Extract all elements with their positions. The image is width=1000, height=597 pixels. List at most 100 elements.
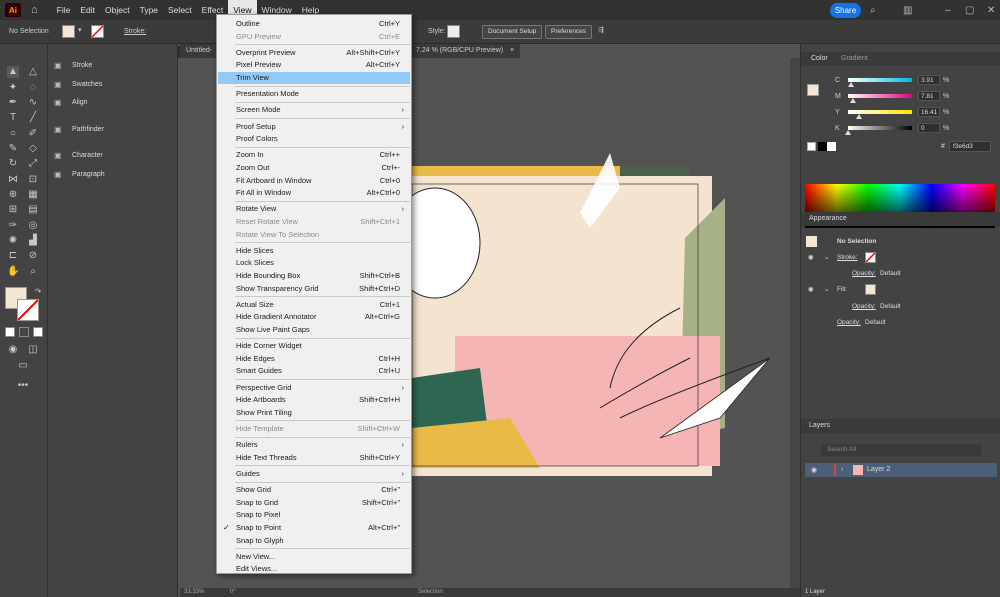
menu-item-screen-mode[interactable]: Screen Mode ›	[218, 104, 410, 116]
magic-wand-icon[interactable]: ✦	[7, 82, 19, 94]
chevron-down-icon[interactable]: ⌄	[824, 253, 829, 261]
menu-item-show-grid[interactable]: Show Grid Ctrl+"	[218, 484, 410, 496]
layer-name[interactable]: Layer 2	[867, 466, 890, 473]
stroke-none-swatch[interactable]	[865, 252, 876, 263]
eraser-icon[interactable]: ◇	[27, 143, 39, 155]
channel-slider[interactable]	[848, 126, 912, 130]
shaper-tool-icon[interactable]: ✎	[7, 143, 19, 155]
menu-item-reset-rotate-view[interactable]: Reset Rotate View Shift+Ctrl+1	[218, 216, 410, 228]
slider-handle[interactable]	[847, 82, 854, 87]
menu-item-hide-template[interactable]: Hide Template Shift+Ctrl+W	[218, 423, 410, 435]
appearance-opacity-row-1[interactable]: Opacity: Default	[804, 268, 996, 282]
lasso-icon[interactable]: ◌	[27, 82, 39, 94]
menu-item-outline[interactable]: Outline Ctrl+Y	[218, 18, 410, 30]
menu-item-new-view[interactable]: New View...	[218, 551, 410, 563]
stroke-swatch[interactable]	[91, 25, 104, 38]
eyedropper-icon[interactable]: ✑	[7, 220, 19, 232]
menu-item-fit-artboard-in-window[interactable]: Fit Artboard in Window Ctrl+0	[218, 175, 410, 187]
stroke-color-box[interactable]	[17, 299, 39, 321]
visibility-eye-icon[interactable]: ◉	[808, 253, 814, 261]
menu-item-show-live-paint-gaps[interactable]: Show Live Paint Gaps	[218, 324, 410, 336]
stroke-row-label[interactable]: Stroke:	[837, 254, 858, 261]
swap-colors-icon[interactable]: ↷	[32, 286, 44, 298]
search-icon[interactable]: ⌕	[870, 5, 876, 16]
rotation-value[interactable]: 0°	[230, 589, 236, 595]
menu-item-hide-edges[interactable]: Hide Edges Ctrl+H	[218, 353, 410, 365]
status-mode[interactable]: Selection	[418, 589, 443, 595]
menu-item-perspective-grid[interactable]: Perspective Grid ›	[218, 382, 410, 394]
vertical-scrollbar[interactable]	[790, 58, 800, 588]
menu-file[interactable]: File	[52, 0, 76, 20]
appearance-selection-row[interactable]: No Selection	[804, 236, 996, 250]
none-swatch[interactable]	[807, 142, 816, 151]
menu-item-proof-colors[interactable]: Proof Colors	[218, 133, 410, 145]
rotate-tool-icon[interactable]: ↻	[7, 158, 19, 170]
stroke-label[interactable]: Stroke:	[124, 28, 146, 35]
menu-item-rotate-view-to-selection[interactable]: Rotate View To Selection	[218, 229, 410, 241]
menu-item-rotate-view[interactable]: Rotate View ›	[218, 203, 410, 215]
none-mode-icon[interactable]	[33, 327, 43, 337]
selection-tool-icon[interactable]: ▲	[7, 66, 19, 78]
slider-handle[interactable]	[845, 130, 851, 135]
menu-item-snap-to-grid[interactable]: Snap to Grid Shift+Ctrl+"	[218, 497, 410, 509]
menu-item-presentation-mode[interactable]: Presentation Mode	[218, 88, 410, 100]
maximize-icon[interactable]: ▢	[965, 5, 974, 16]
slice-tool-icon[interactable]: ⊘	[27, 250, 39, 262]
menu-item-snap-to-glyph[interactable]: Snap to Glyph	[218, 535, 410, 547]
menu-item-hide-bounding-box[interactable]: Hide Bounding Box Shift+Ctrl+B	[218, 270, 410, 282]
panel-pathfinder[interactable]: ▣ Pathfinder	[54, 125, 104, 134]
symbol-sprayer-icon[interactable]: ✺	[7, 235, 19, 247]
draw-mode-icon[interactable]: ◉	[7, 344, 19, 356]
color-fill-box[interactable]	[807, 84, 819, 96]
menu-item-hide-gradient-annotator[interactable]: Hide Gradient Annotator Alt+Ctrl+G	[218, 311, 410, 323]
menu-item-pixel-preview[interactable]: Pixel Preview Alt+Ctrl+Y	[218, 59, 410, 71]
menu-type[interactable]: Type	[135, 0, 163, 20]
appearance-opacity-row-2[interactable]: Opacity: Default	[804, 301, 996, 315]
fill-swatch[interactable]	[62, 25, 75, 38]
menu-item-smart-guides[interactable]: Smart Guides Ctrl+U	[218, 365, 410, 377]
menu-item-show-print-tiling[interactable]: Show Print Tiling	[218, 407, 410, 419]
menu-item-rulers[interactable]: Rulers ›	[218, 439, 410, 451]
channel-value-input[interactable]: 0	[918, 123, 940, 133]
panel-align[interactable]: ▣ Align	[54, 98, 88, 107]
appearance-stroke-row[interactable]: ◉ ⌄ Stroke:	[804, 252, 996, 266]
opacity-label[interactable]: Opacity:	[852, 303, 876, 310]
width-tool-icon[interactable]: ⋈	[7, 174, 19, 186]
preferences-button[interactable]: Preferences	[545, 25, 593, 39]
menu-item-trim-view[interactable]: Trim View	[218, 72, 410, 84]
artboard-tool-icon[interactable]: ⊏	[7, 250, 19, 262]
panel-character[interactable]: ▣ Character	[54, 151, 103, 160]
free-transform-icon[interactable]: ⊡	[27, 174, 39, 186]
menu-item-fit-all-in-window[interactable]: Fit All in Window Alt+Ctrl+0	[218, 187, 410, 199]
channel-slider[interactable]	[848, 94, 912, 98]
chevron-down-icon[interactable]: ▾	[78, 26, 82, 34]
channel-value-input[interactable]: 16.41	[918, 107, 940, 117]
close-icon[interactable]: ✕	[987, 5, 995, 16]
arrange-icon[interactable]: ▥	[903, 5, 912, 16]
menu-item-overprint-preview[interactable]: Overprint Preview Alt+Shift+Ctrl+Y	[218, 47, 410, 59]
color-mode-icon[interactable]	[5, 327, 15, 337]
share-button[interactable]: Share	[830, 3, 861, 18]
menu-item-snap-to-pixel[interactable]: Snap to Pixel	[218, 509, 410, 521]
menu-item-zoom-in[interactable]: Zoom In Ctrl++	[218, 149, 410, 161]
panel-swatches[interactable]: ▣ Swatches	[54, 80, 102, 89]
type-tool-icon[interactable]: T	[7, 112, 19, 124]
graph-tool-icon[interactable]: ▟	[27, 235, 39, 247]
menu-item-hide-corner-widget[interactable]: Hide Corner Widget	[218, 340, 410, 352]
menu-item-actual-size[interactable]: Actual Size Ctrl+1	[218, 299, 410, 311]
menu-item-hide-slices[interactable]: Hide Slices	[218, 245, 410, 257]
white-swatch[interactable]	[827, 142, 836, 151]
perspective-grid-icon[interactable]: ▦	[27, 189, 39, 201]
document-setup-button[interactable]: Document Setup	[482, 25, 543, 39]
more-tools-icon[interactable]: •••	[17, 380, 29, 392]
appearance-fill-row[interactable]: ◉ ⌄ Fill:	[804, 284, 996, 298]
menu-item-snap-to-point[interactable]: ✓ Snap to Point Alt+Ctrl+"	[218, 522, 410, 534]
pen-tool-icon[interactable]: ✒	[7, 97, 19, 109]
home-icon[interactable]: ⌂	[31, 4, 38, 16]
shape-builder-icon[interactable]: ⊕	[7, 189, 19, 201]
panel-stroke[interactable]: ▣ Stroke	[54, 61, 92, 70]
channel-value-input[interactable]: 3.91	[918, 75, 940, 85]
black-swatch[interactable]	[818, 142, 827, 151]
layers-search-input[interactable]: Search All	[821, 444, 981, 456]
fill-swatch-small[interactable]	[865, 284, 876, 295]
